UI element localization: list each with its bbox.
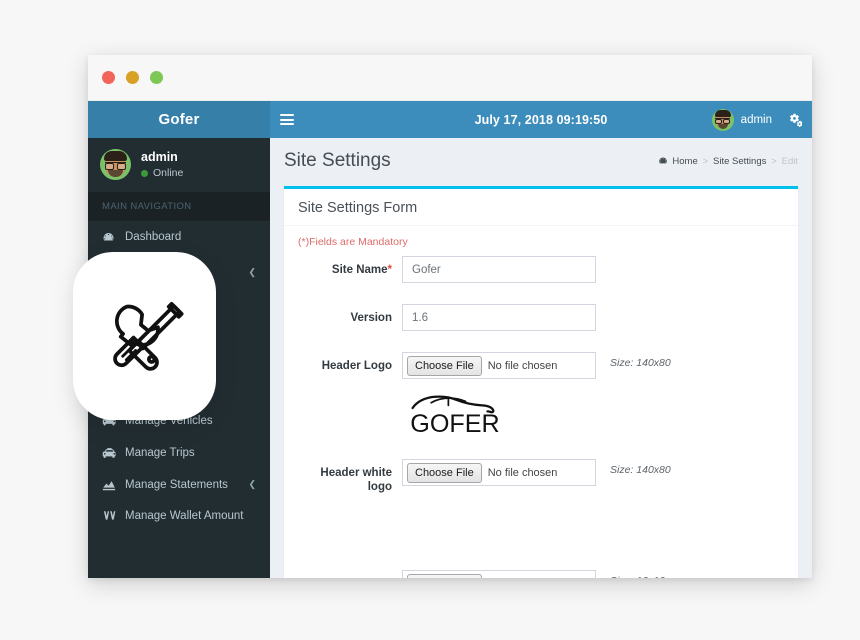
form-label-text: Site Name (331, 264, 388, 276)
choose-file-button[interactable]: Choose File (407, 355, 482, 376)
form-row-site-name: Site Name* (298, 256, 784, 283)
form-label-version: Version (350, 312, 392, 324)
breadcrumb-item-home[interactable]: Home (672, 156, 697, 167)
form-row-header-logo: Header Logo Choose File No file chosen S… (298, 352, 784, 379)
form-card-title: Site Settings Form (298, 200, 418, 216)
sidebar-item-manage-statements[interactable]: Manage Statements ❮ (88, 469, 270, 500)
dashboard-icon (658, 156, 668, 166)
avatar (100, 149, 131, 180)
form-row-version: Version (298, 304, 784, 331)
dashboard-icon (102, 231, 119, 244)
breadcrumb-separator: > (702, 156, 709, 166)
taxi-icon (102, 447, 119, 460)
size-hint-header-logo: Size: 140x80 (610, 357, 671, 369)
window-close-button[interactable] (102, 71, 115, 84)
site-name-input[interactable] (402, 256, 596, 283)
site-settings-form-card: Site Settings Form (*)Fields are Mandato… (284, 186, 798, 578)
sidebar-user-name: admin (141, 150, 178, 164)
svg-text:GOFER: GOFER (410, 410, 499, 436)
sidebar-user-panel[interactable]: admin Online (88, 138, 270, 192)
form-row-favicon: Favicon Choose File No file chosen Size:… (298, 570, 784, 578)
file-status-label: No file chosen (488, 578, 558, 579)
sidebar-item-manage-trips[interactable]: Manage Trips (88, 437, 270, 469)
chevron-left-icon: ❮ (248, 266, 256, 277)
form-body: (*)Fields are Mandatory Site Name* Versi… (284, 226, 798, 578)
sidebar-item-label: Manage Statements (125, 478, 228, 491)
main-content: July 17, 2018 09:19:50 admin Site Settin… (270, 101, 812, 578)
breadcrumb-item-edit: Edit (781, 155, 798, 167)
wallet-icon (102, 510, 119, 523)
required-marker: * (387, 264, 392, 276)
choose-file-button[interactable]: Choose File (407, 462, 482, 483)
sidebar-item-label: Manage Trips (125, 447, 195, 459)
sidebar-item-dashboard[interactable]: Dashboard (88, 221, 270, 253)
form-label-site-name: Site Name* (298, 256, 402, 277)
window-titlebar (88, 55, 812, 101)
choose-file-button[interactable]: Choose File (407, 573, 482, 578)
topbar-username[interactable]: admin (741, 114, 772, 126)
chevron-left-icon: ❮ (248, 479, 256, 489)
window-minimize-button[interactable] (126, 71, 139, 84)
file-status-label: No file chosen (487, 359, 558, 372)
favicon-file-input[interactable]: Choose File No file chosen (402, 570, 596, 578)
sidebar-brand-label: Gofer (158, 111, 200, 128)
version-input[interactable] (402, 304, 596, 331)
window-maximize-button[interactable] (150, 71, 163, 84)
header-logo-file-input[interactable]: Choose File No file chosen (402, 352, 596, 379)
breadcrumb-item-site-settings[interactable]: Site Settings (713, 156, 766, 167)
page-title: Site Settings (284, 150, 391, 171)
topbar: July 17, 2018 09:19:50 admin (270, 101, 812, 138)
avatar[interactable] (711, 108, 734, 131)
online-status-icon (141, 169, 148, 177)
breadcrumb-separator: > (771, 156, 777, 166)
tools-overlay-card (73, 252, 216, 420)
sidebar-item-label: Manage Wallet Amount (125, 510, 244, 522)
sidebar-brand[interactable]: Gofer (88, 101, 270, 138)
hamburger-icon[interactable] (270, 101, 304, 138)
sidebar-user-status-label: Online (153, 167, 184, 179)
size-hint-favicon: Size: 16x16 (610, 570, 665, 578)
sidebar-user-info: admin Online (141, 150, 183, 179)
form-label-favicon: Favicon (298, 570, 402, 578)
size-hint-header-white-logo: Size: 140x80 (610, 464, 671, 476)
topbar-right: admin (711, 108, 802, 131)
sidebar-item-manage-wallet-amount[interactable]: Manage Wallet Amount (88, 500, 270, 532)
form-card-header: Site Settings Form (284, 189, 798, 226)
breadcrumb: Home > Site Settings > Edit (658, 156, 798, 167)
mandatory-note: (*)Fields are Mandatory (298, 236, 408, 248)
gears-icon[interactable] (788, 113, 802, 127)
sidebar-nav-header: MAIN NAVIGATION (88, 192, 270, 221)
form-row-header-white-logo: Header white logo Choose File No file ch… (298, 459, 784, 494)
form-label-header-white-logo: Header white logo (320, 467, 392, 493)
sidebar-user-status: Online (141, 167, 183, 179)
header-white-logo-file-input[interactable]: Choose File No file chosen (402, 459, 596, 486)
sidebar-item-label: Dashboard (125, 231, 182, 243)
form-label-header-logo: Header Logo (321, 360, 392, 372)
content-header: Site Settings Home > Site Settings > Edi… (270, 138, 812, 180)
content-scroll-area[interactable]: Site Settings Form (*)Fields are Mandato… (270, 180, 812, 578)
tools-icon (99, 288, 191, 385)
header-logo-preview: GOFER (402, 388, 508, 441)
chart-icon (102, 479, 119, 491)
file-status-label: No file chosen (487, 466, 558, 479)
